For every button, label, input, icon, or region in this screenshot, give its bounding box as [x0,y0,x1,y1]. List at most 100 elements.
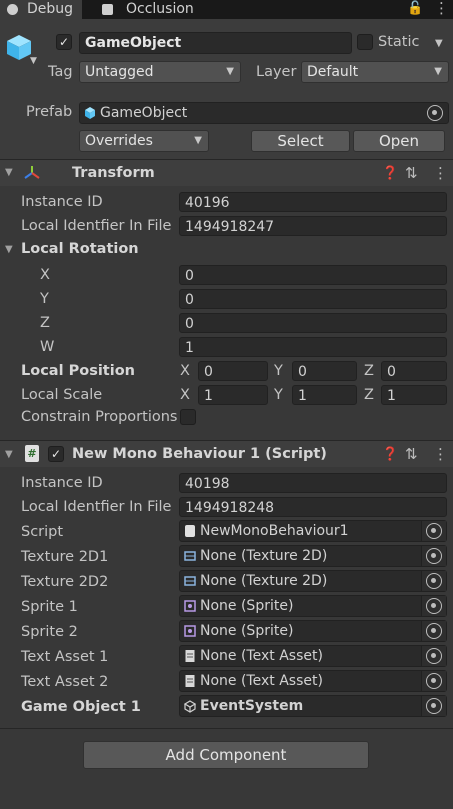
preset-icon[interactable]: ⇅ [405,445,418,463]
overrides-dropdown[interactable]: Overrides ▼ [79,130,209,152]
local-identifier-label: Local Identfier In File [21,499,172,515]
scale-x-label[interactable]: X [180,387,190,403]
transform-icon [24,166,40,179]
active-checkbox[interactable]: ✓ [56,34,72,50]
rotation-x-field[interactable]: 0 [179,265,447,285]
game-object-1-field[interactable]: EventSystem [179,695,447,717]
rotation-w-field[interactable]: 1 [179,337,447,357]
more-options-icon[interactable]: ⋮ [434,0,449,17]
constrain-proportions-label: Constrain Proportions [21,409,178,425]
static-label: Static [378,34,420,50]
tag-value: Untagged [85,64,154,80]
preset-icon[interactable]: ⇅ [405,164,418,182]
foldout-arrow-icon[interactable]: ▼ [5,244,13,255]
picker-box[interactable] [421,621,446,641]
texture-2d1-field[interactable]: None (Texture 2D) [179,545,447,567]
position-x-label[interactable]: X [180,363,190,379]
picker-box[interactable] [421,596,446,616]
prefab-value: GameObject [100,105,188,121]
rotation-y-field[interactable]: 0 [179,289,447,309]
chevron-down-icon: ▼ [226,66,234,77]
occlusion-icon [102,4,113,15]
texture-2d1-value: None (Texture 2D) [200,548,328,564]
foldout-arrow-icon[interactable]: ▼ [5,167,13,178]
chevron-down-icon: ▼ [194,135,202,146]
open-button[interactable]: Open [353,130,445,152]
tab-debug-label: Debug [27,1,74,17]
static-dropdown-arrow-icon[interactable]: ▼ [435,38,443,49]
lock-icon[interactable]: 🔓 [407,1,423,16]
texture-2d2-field[interactable]: None (Texture 2D) [179,570,447,592]
prefab-field[interactable]: GameObject [79,102,449,124]
add-component-button[interactable]: Add Component [83,741,369,769]
local-identifier-field[interactable]: 1494918248 [179,497,447,517]
tab-occlusion-label: Occlusion [126,1,194,17]
texture-2d2-label: Texture 2D2 [21,574,109,590]
position-z-field[interactable]: 0 [381,361,447,381]
script-object-field[interactable]: NewMonoBehaviour1 [179,520,447,542]
script-enabled-checkbox[interactable]: ✓ [48,446,64,462]
object-picker-icon[interactable] [426,623,442,639]
picker-box[interactable] [421,646,446,666]
picker-box[interactable] [421,546,446,566]
instance-id-field[interactable]: 40198 [179,473,447,493]
position-y-field[interactable]: 0 [292,361,357,381]
text-asset-1-value: None (Text Asset) [200,648,323,664]
object-picker-icon[interactable] [426,598,442,614]
object-picker-icon[interactable] [426,548,442,564]
tag-dropdown[interactable]: Untagged ▼ [79,61,241,83]
sprite-icon [184,625,196,637]
sprite-2-field[interactable]: None (Sprite) [179,620,447,642]
gameobject-name-field[interactable]: GameObject [79,32,352,54]
local-identifier-field[interactable]: 1494918247 [179,216,447,236]
scale-y-label[interactable]: Y [274,387,283,403]
scale-z-field[interactable]: 1 [381,385,447,405]
select-button[interactable]: Select [251,130,350,152]
scale-z-label[interactable]: Z [364,387,374,403]
info-icon [7,4,18,15]
chevron-down-icon: ▼ [434,66,442,77]
object-picker-icon[interactable] [427,105,443,121]
constrain-proportions-checkbox[interactable] [180,409,196,425]
object-picker-icon[interactable] [426,523,442,539]
scale-y-field[interactable]: 1 [292,385,357,405]
texture-2d1-label: Texture 2D1 [21,549,109,565]
help-icon[interactable]: ❓ [382,166,398,181]
picker-box[interactable] [421,571,446,591]
rotation-z-field[interactable]: 0 [179,313,447,333]
object-picker-icon[interactable] [426,673,442,689]
sprite-icon [184,600,196,612]
rotation-w-label: W [40,339,55,355]
script-component-title: New Mono Behaviour 1 (Script) [72,446,327,462]
sprite-1-field[interactable]: None (Sprite) [179,595,447,617]
picker-box[interactable] [421,696,446,716]
object-picker-icon[interactable] [426,573,442,589]
sprite-2-label: Sprite 2 [21,624,78,640]
object-picker-icon[interactable] [426,698,442,714]
script-icon [185,525,195,537]
instance-id-field[interactable]: 40196 [179,192,447,212]
tab-debug[interactable]: Debug [0,0,82,19]
component-menu-icon[interactable]: ⋮ [433,164,448,182]
prefab-cube-icon [85,107,95,119]
static-checkbox[interactable] [357,34,373,50]
object-picker-icon[interactable] [426,648,442,664]
position-z-label[interactable]: Z [364,363,374,379]
gameobject-cube-icon[interactable] [5,33,33,61]
tab-occlusion[interactable]: Occlusion [98,0,238,19]
icon-dropdown-arrow-icon[interactable]: ▼ [30,56,37,66]
picker-box[interactable] [421,671,446,691]
text-asset-2-field[interactable]: None (Text Asset) [179,670,447,692]
foldout-arrow-icon[interactable]: ▼ [5,449,13,460]
help-icon[interactable]: ❓ [382,447,398,462]
position-y-label[interactable]: Y [274,363,283,379]
game-object-1-value: EventSystem [200,698,304,714]
text-asset-1-field[interactable]: None (Text Asset) [179,645,447,667]
picker-box[interactable] [421,521,446,541]
local-position-label: Local Position [21,363,135,379]
scale-x-field[interactable]: 1 [198,385,268,405]
component-menu-icon[interactable]: ⋮ [433,445,448,463]
layer-value: Default [307,64,359,80]
layer-dropdown[interactable]: Default ▼ [301,61,449,83]
position-x-field[interactable]: 0 [198,361,268,381]
